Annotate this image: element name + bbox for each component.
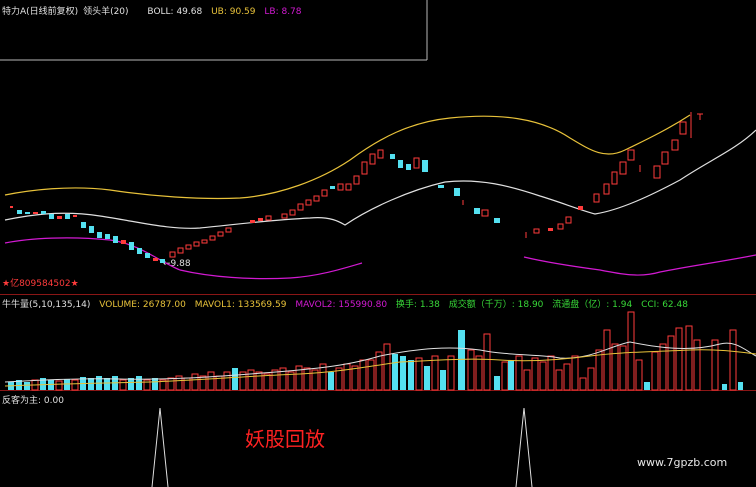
signal-spike-2 xyxy=(515,407,533,487)
mavol1-line xyxy=(4,341,756,383)
lower-band-line-2 xyxy=(523,254,756,276)
mavol2-value: MAVOL2: 155990.80 xyxy=(295,300,388,310)
chart-canvas[interactable] xyxy=(0,0,756,487)
volume-bars xyxy=(8,311,743,391)
watermark-text: www.7gpzb.com xyxy=(637,456,728,469)
ub-value: UB: 90.59 xyxy=(211,7,256,17)
candlesticks xyxy=(10,112,703,263)
mavol1-value: MAVOL1: 133569.59 xyxy=(194,300,287,310)
turnover-amount: 成交额（千万）: 18.90 xyxy=(448,300,544,310)
mid-band-line xyxy=(4,129,756,229)
lb-value: LB: 8.78 xyxy=(264,7,302,17)
left-price-marker: ★亿809584502★ xyxy=(2,279,79,289)
indicator-name[interactable]: 领头羊(20) xyxy=(83,7,128,17)
volume-panel-header: 牛牛量(5,10,135,14) VOLUME: 26787.00 MAVOL1… xyxy=(2,297,694,310)
bottom-panel-header[interactable]: 反客为主: 0.00 xyxy=(2,393,64,406)
signal-spike-1 xyxy=(151,407,169,487)
volume-value: VOLUME: 26787.00 xyxy=(99,300,186,310)
stock-title[interactable]: 特力A(日线前复权) xyxy=(2,7,78,17)
low-price-marker: ←9.88 xyxy=(163,259,191,269)
turnover-rate: 换手: 1.38 xyxy=(395,300,440,310)
boll-value: BOLL: 49.68 xyxy=(147,7,203,17)
cci-value: CCI: 62.48 xyxy=(641,300,688,310)
main-chart-header: 特力A(日线前复权) 领头羊(20) BOLL: 49.68 UB: 90.59… xyxy=(2,4,308,17)
volume-indicator-name[interactable]: 牛牛量(5,10,135,14) xyxy=(2,300,90,310)
float-shares: 流通盘（亿）: 1.94 xyxy=(552,300,633,310)
mavol2-line xyxy=(4,349,756,387)
upper-band-line xyxy=(4,114,691,200)
caption-text: 妖股回放 xyxy=(245,427,325,451)
